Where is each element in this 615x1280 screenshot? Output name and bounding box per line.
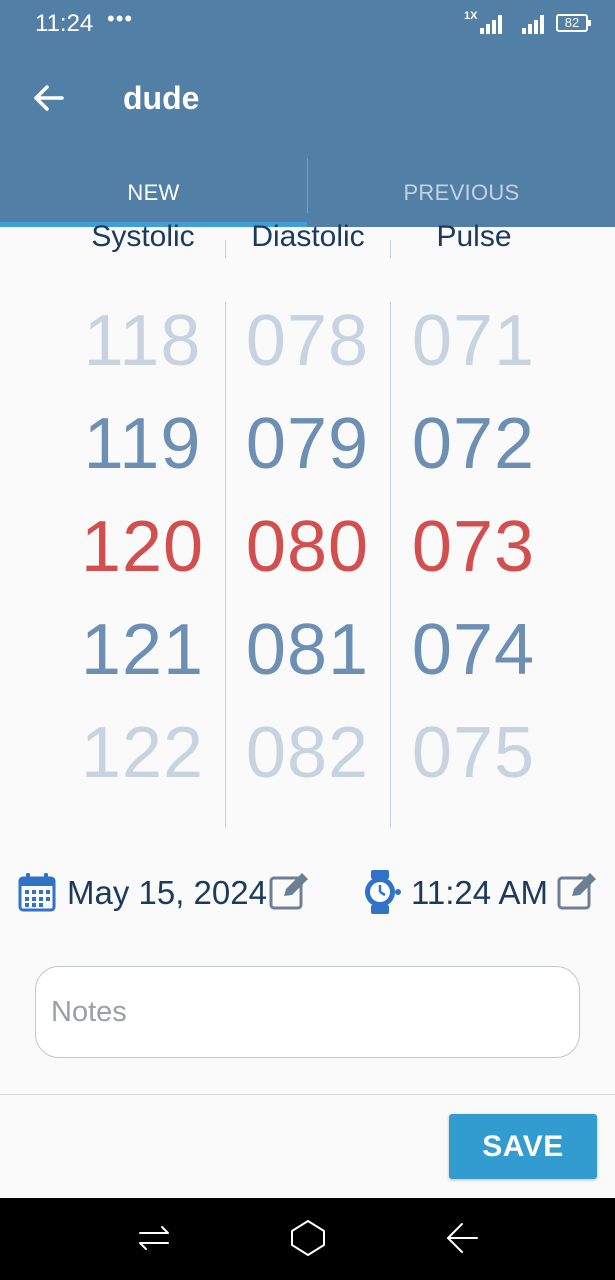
- date-value: May 15, 2024: [67, 874, 267, 911]
- app-bar: 11:24 ••• 1X 82 dude NEW PREVIOUS: [0, 0, 615, 227]
- picker-selected-value[interactable]: 073: [391, 496, 556, 599]
- tab-new[interactable]: NEW: [0, 158, 307, 227]
- watch-icon: [365, 870, 401, 914]
- systolic-header: Systolic: [91, 220, 195, 253]
- picker-value[interactable]: 072: [391, 393, 556, 496]
- status-more-dots: •••: [107, 6, 134, 31]
- calendar-icon: [18, 873, 56, 912]
- picker-value[interactable]: 081: [225, 599, 390, 702]
- systolic-picker[interactable]: 118 119 120 121 122: [60, 290, 225, 805]
- status-icons: 1X 82: [464, 10, 593, 36]
- header-divider: [390, 240, 391, 258]
- footer-divider: [0, 1094, 615, 1095]
- home-icon[interactable]: [286, 1216, 330, 1260]
- picker-value[interactable]: 075: [391, 702, 556, 805]
- back-icon[interactable]: [440, 1216, 484, 1260]
- picker-selected-value[interactable]: 080: [225, 496, 390, 599]
- pulse-header: Pulse: [436, 220, 512, 253]
- picker-selected-value[interactable]: 120: [60, 496, 225, 599]
- picker-value[interactable]: 119: [60, 393, 225, 496]
- time-value: 11:24 AM: [411, 874, 548, 911]
- back-arrow-icon[interactable]: [30, 78, 70, 118]
- picker-value[interactable]: 079: [225, 393, 390, 496]
- save-button[interactable]: SAVE: [449, 1114, 597, 1179]
- signal-icon: [480, 15, 502, 34]
- pulse-picker[interactable]: 071 072 073 074 075: [391, 290, 556, 805]
- picker-value[interactable]: 121: [60, 599, 225, 702]
- notes-input[interactable]: [35, 966, 580, 1058]
- network-type-label: 1X: [464, 10, 478, 22]
- diastolic-picker[interactable]: 078 079 080 081 082: [225, 290, 390, 805]
- picker-value[interactable]: 071: [391, 290, 556, 393]
- picker-value[interactable]: 082: [225, 702, 390, 805]
- picker-value[interactable]: 118: [60, 290, 225, 393]
- status-time: 11:24: [35, 10, 94, 37]
- picker-value[interactable]: 078: [225, 290, 390, 393]
- picker-value[interactable]: 122: [60, 702, 225, 805]
- recent-apps-icon[interactable]: [132, 1216, 176, 1260]
- picker-value[interactable]: 074: [391, 599, 556, 702]
- signal-icon: [522, 15, 544, 34]
- battery-tip: [588, 20, 591, 26]
- header-divider: [225, 240, 226, 258]
- diastolic-header: Diastolic: [251, 220, 365, 253]
- page-title: dude: [123, 80, 200, 116]
- edit-time-icon[interactable]: [556, 870, 598, 912]
- date-row[interactable]: May 15, 2024: [18, 868, 318, 918]
- system-nav-bar: [0, 1198, 615, 1280]
- tab-previous[interactable]: PREVIOUS: [308, 158, 615, 227]
- time-row[interactable]: 11:24 AM: [360, 868, 605, 918]
- edit-date-icon[interactable]: [268, 870, 310, 912]
- battery-icon: 82: [556, 14, 588, 32]
